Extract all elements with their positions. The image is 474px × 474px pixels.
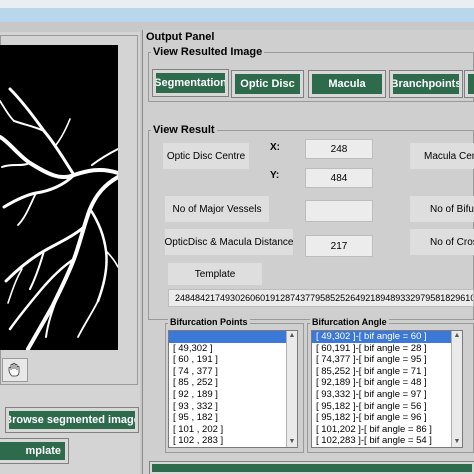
view-result-title: View Result <box>151 124 217 136</box>
bifurcation-points-scrollbar[interactable]: ▲ ▼ <box>286 331 297 447</box>
optic-disc-centre-label: Optic Disc Centre <box>163 143 249 169</box>
list-item[interactable]: [ 95,182 ]-[ bif angle = 56 ] <box>312 401 462 413</box>
scroll-down-icon[interactable]: ▼ <box>287 437 297 447</box>
view-resulted-image-title: View Resulted Image <box>151 46 265 58</box>
bifurcation-angle-title: Bifurcation Angle <box>310 317 389 327</box>
hand-icon <box>8 362 20 377</box>
browse-segmented-image-button[interactable]: Browse segmented image <box>5 407 139 433</box>
y-value-field[interactable]: 484 <box>305 168 373 188</box>
extra-view-button[interactable] <box>464 70 474 98</box>
list-item[interactable]: [ 74,377 ]-[ bif angle = 95 ] <box>312 354 462 366</box>
list-item[interactable]: [ 60,191 ]-[ bif angle = 28 ] <box>312 343 462 355</box>
pan-tool-button[interactable] <box>2 358 28 382</box>
distance-field[interactable]: 217 <box>305 235 373 257</box>
list-item[interactable]: [ 93 , 332 ] <box>169 401 297 413</box>
scroll-up-icon[interactable]: ▲ <box>452 331 462 341</box>
list-item[interactable]: [ 74 , 377 ] <box>169 366 297 378</box>
x-label: X: <box>270 142 280 153</box>
crossings-label: No of Cros <box>410 229 474 255</box>
segmentation-button[interactable]: Segmentation <box>152 69 229 97</box>
list-item[interactable]: [ 49,302 ]-[ bif angle = 60 ] <box>312 331 462 343</box>
list-item[interactable]: [ 95 , 182 ] <box>169 412 297 424</box>
list-item[interactable]: [ 92,189 ]-[ bif angle = 48 ] <box>312 377 462 389</box>
list-item[interactable]: [ 95,182 ]-[ bif angle = 96 ] <box>312 412 462 424</box>
bottom-action-bar[interactable] <box>149 461 474 474</box>
segmented-vessel-image <box>0 45 118 350</box>
list-item[interactable]: [ 101 , 202 ] <box>169 424 297 436</box>
bifurcation-angle-scrollbar[interactable]: ▲ ▼ <box>451 331 462 447</box>
template-label: Template <box>168 263 262 285</box>
optic-disc-button[interactable]: Optic Disc <box>231 70 304 98</box>
opticdisc-macula-distance-label: OpticDisc & Macula Distance <box>165 229 293 255</box>
list-item[interactable]: [ 49,302 ] <box>169 343 297 355</box>
list-item[interactable]: [ 92 , 189 ] <box>169 389 297 401</box>
list-item[interactable]: [ 102 , 283 ] <box>169 435 297 447</box>
list-item[interactable]: [ 93,332 ]-[ bif angle = 97 ] <box>312 389 462 401</box>
x-value-field[interactable]: 248 <box>305 139 373 159</box>
scroll-down-icon[interactable]: ▼ <box>452 437 462 447</box>
bifurcation-points-list[interactable]: [ 49,302 ][ 60 , 191 ][ 74 , 377 ][ 85 ,… <box>168 330 298 448</box>
list-item[interactable] <box>169 331 297 343</box>
list-item[interactable]: [ 85,252 ]-[ bif angle = 71 ] <box>312 366 462 378</box>
list-item[interactable]: [ 60 , 191 ] <box>169 354 297 366</box>
branchpoints-button[interactable]: Branchpoints <box>389 70 463 98</box>
macula-centre-label: Macula Cen <box>410 143 474 169</box>
list-item[interactable]: [ 85 , 252 ] <box>169 377 297 389</box>
bifurcations-label: No of Bifur <box>410 196 474 222</box>
y-label: Y: <box>270 170 280 181</box>
list-item[interactable]: [ 101,202 ]-[ bif angle = 86 ] <box>312 424 462 436</box>
major-vessels-field[interactable] <box>305 200 373 222</box>
bifurcation-points-title: Bifurcation Points <box>168 317 250 327</box>
window-title-bar <box>0 0 474 22</box>
scroll-up-icon[interactable]: ▲ <box>287 331 297 341</box>
bifurcation-angle-list[interactable]: [ 49,302 ]-[ bif angle = 60 ][ 60,191 ]-… <box>311 330 463 448</box>
output-panel-title: Output Panel <box>144 31 217 43</box>
list-item[interactable]: [ 109,289 ]-[ bif angle = 0 ] <box>312 447 462 448</box>
major-vessels-label: No of Major Vessels <box>165 196 269 222</box>
template-value-field[interactable]: 2484842174930260601912874377958525264921… <box>168 289 474 307</box>
template-button[interactable]: mplate <box>0 438 69 464</box>
macula-button[interactable]: Macula <box>308 70 386 98</box>
list-item[interactable]: [ 102,283 ]-[ bif angle = 54 ] <box>312 435 462 447</box>
